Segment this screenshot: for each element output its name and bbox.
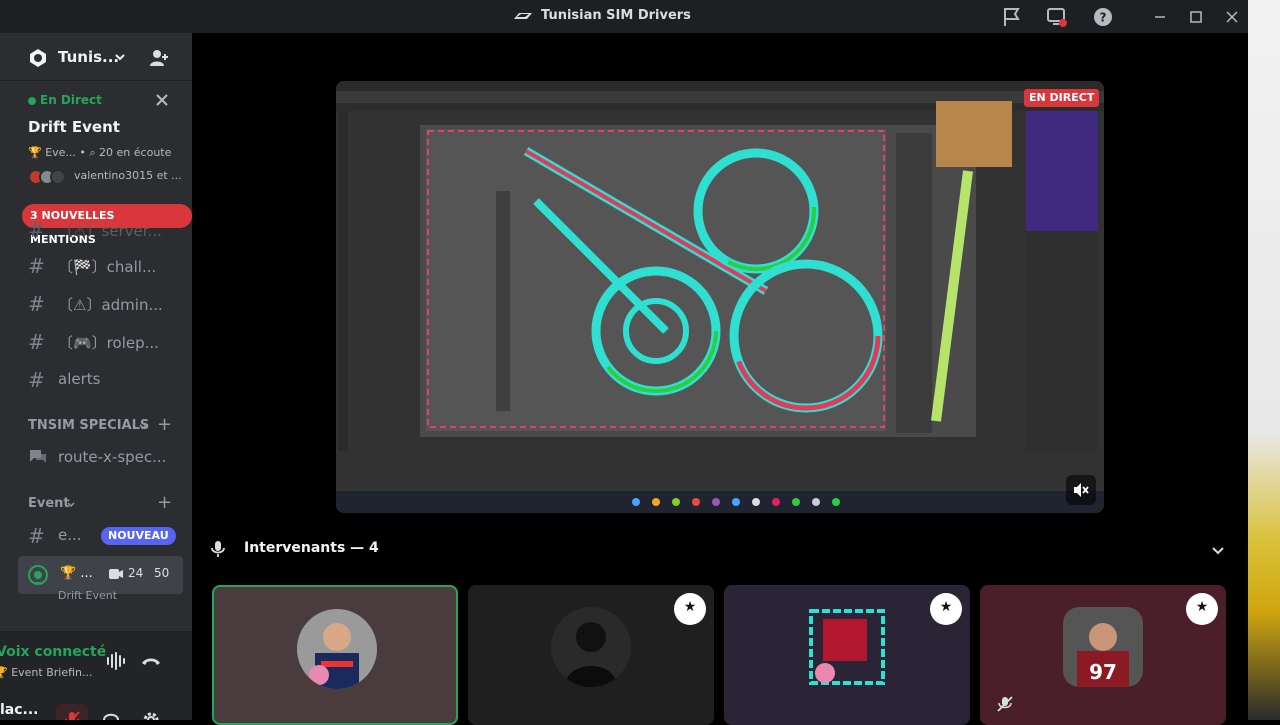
svg-text:97: 97 bbox=[1089, 660, 1117, 684]
mute-button[interactable] bbox=[56, 704, 88, 720]
channel-name: alerts bbox=[58, 370, 101, 388]
stream-frame bbox=[336, 81, 1104, 513]
gear-icon bbox=[143, 712, 159, 720]
desktop-background bbox=[1248, 0, 1280, 720]
add-member-icon[interactable] bbox=[148, 47, 170, 69]
guild-header[interactable]: Tunis... bbox=[0, 33, 192, 81]
speakers-label: Intervenants — 4 bbox=[244, 540, 379, 556]
close-window-icon[interactable] bbox=[1221, 6, 1243, 28]
window-title: Tunisian SIM Drivers bbox=[541, 8, 691, 23]
forum-icon bbox=[30, 450, 46, 463]
screen-share-stream[interactable]: EN DIRECT bbox=[336, 81, 1104, 513]
app-logo-icon bbox=[514, 13, 532, 19]
forum-channel-item[interactable]: route-x-spec... bbox=[18, 441, 183, 473]
thread-channel-icon: # bbox=[28, 368, 45, 392]
avatar bbox=[297, 609, 377, 689]
channel-name: 〔⚠〕server... bbox=[58, 222, 162, 240]
live-status: En Direct bbox=[40, 93, 102, 107]
add-channel-button[interactable]: + bbox=[157, 492, 172, 513]
channel-name: route-x-spec... bbox=[58, 448, 167, 466]
new-badge: NOUVEAU bbox=[101, 527, 176, 545]
stream-volume-button[interactable] bbox=[1066, 475, 1096, 505]
server-boost-icon bbox=[30, 49, 46, 67]
disconnect-icon[interactable] bbox=[140, 650, 162, 672]
live-badge: EN DIRECT bbox=[1024, 89, 1100, 107]
deafen-button[interactable] bbox=[95, 704, 127, 720]
channel-item[interactable]: # 〔🎮〕rolep... bbox=[18, 325, 183, 357]
speakers-header[interactable]: Intervenants — 4 bbox=[210, 538, 1230, 562]
mic-muted-icon bbox=[65, 711, 80, 720]
mic-muted-icon bbox=[997, 696, 1013, 712]
chevron-down-icon bbox=[139, 424, 147, 430]
avatar bbox=[807, 607, 887, 687]
shield-star-icon: ★ bbox=[939, 599, 953, 615]
channel-item[interactable]: # alerts bbox=[18, 363, 183, 395]
text-channel-icon: # bbox=[28, 218, 45, 242]
video-icon bbox=[109, 569, 123, 579]
thread-channel-icon: # bbox=[28, 330, 45, 354]
channel-sidebar: Tunis... En Direct Drift Event 🏆 Eve... … bbox=[0, 33, 192, 720]
channel-name: 〔🎮〕rolep... bbox=[58, 334, 159, 352]
user-panel: lac... visible bbox=[0, 688, 192, 720]
channel-item[interactable]: # 〔⚠〕server... bbox=[18, 213, 183, 245]
headphones-icon bbox=[103, 713, 119, 720]
channel-name: e... bbox=[58, 526, 82, 544]
username[interactable]: lac... bbox=[0, 702, 39, 718]
help-icon[interactable]: ? bbox=[1092, 6, 1114, 28]
maximize-icon[interactable] bbox=[1185, 6, 1207, 28]
minimize-icon[interactable] bbox=[1149, 6, 1171, 28]
voice-status: Voix connecté bbox=[0, 644, 107, 660]
moderator-badge: ★ bbox=[930, 593, 962, 625]
text-channel-icon: # bbox=[28, 254, 45, 278]
avatar bbox=[551, 607, 631, 687]
stage-view: EN DIRECT Intervenants — 4 ★ ★ 97 ★ bbox=[192, 33, 1248, 725]
shield-star-icon: ★ bbox=[683, 599, 697, 615]
thread-channel-icon: # bbox=[28, 292, 45, 316]
video-count: 24 bbox=[128, 566, 144, 580]
speaker-tile[interactable]: ★ bbox=[468, 585, 714, 725]
user-limit: 50 bbox=[154, 566, 170, 580]
guild-name: Tunis... bbox=[58, 48, 120, 66]
event-title: Drift Event bbox=[28, 118, 120, 136]
speaker-tile[interactable] bbox=[212, 585, 458, 725]
close-icon[interactable] bbox=[154, 92, 170, 108]
channel-item[interactable]: # 〔🏁〕chall... bbox=[18, 249, 183, 281]
event-users: valentino3015 et ... bbox=[74, 169, 182, 182]
listener-avatars bbox=[28, 169, 70, 185]
voice-channel-sublabel: Drift Event bbox=[58, 589, 118, 602]
discord-window: Tunisian SIM Drivers ? Tunis... En Direc… bbox=[0, 0, 1248, 725]
soundboard-icon[interactable] bbox=[104, 650, 126, 672]
voice-channel-label: 🏆 Event Briefin... bbox=[0, 666, 93, 679]
chevron-down-icon bbox=[67, 502, 75, 508]
event-subtitle: 🏆 Eve... • ⌕ 20 en écoute bbox=[28, 146, 172, 159]
svg-text:?: ? bbox=[1100, 11, 1107, 25]
chevron-down-icon[interactable] bbox=[1210, 542, 1226, 558]
settings-button[interactable] bbox=[135, 704, 167, 720]
stage-channel-icon bbox=[28, 565, 48, 585]
moderator-badge: ★ bbox=[1186, 593, 1218, 625]
live-indicator bbox=[28, 97, 36, 105]
microphone-icon bbox=[211, 541, 225, 557]
avatar: 97 bbox=[1063, 607, 1143, 687]
title-bar: Tunisian SIM Drivers ? bbox=[0, 0, 1248, 33]
flag-icon[interactable] bbox=[1001, 6, 1023, 28]
speaker-tile[interactable]: 97 ★ bbox=[980, 585, 1226, 725]
channel-name: 〔🏁〕chall... bbox=[58, 258, 157, 276]
category-specials[interactable]: TNSIM SPECIALS bbox=[28, 418, 149, 433]
voice-channel-name: 🏆 ... bbox=[60, 566, 93, 581]
add-channel-button[interactable]: + bbox=[157, 414, 172, 435]
category-event[interactable]: Event bbox=[28, 496, 70, 511]
moderator-badge: ★ bbox=[674, 593, 706, 625]
live-event-card[interactable]: En Direct Drift Event 🏆 Eve... • ⌕ 20 en… bbox=[18, 85, 183, 195]
text-channel-icon: # bbox=[28, 524, 45, 548]
screen-share-icon[interactable] bbox=[1046, 6, 1068, 28]
speaker-tile[interactable]: ★ bbox=[724, 585, 970, 725]
channel-name: 〔⚠〕admin... bbox=[58, 296, 163, 314]
speaker-muted-icon bbox=[1074, 483, 1089, 497]
channel-item[interactable]: # 〔⚠〕admin... bbox=[18, 287, 183, 319]
shield-star-icon: ★ bbox=[1195, 599, 1209, 615]
chevron-down-icon bbox=[115, 54, 125, 61]
